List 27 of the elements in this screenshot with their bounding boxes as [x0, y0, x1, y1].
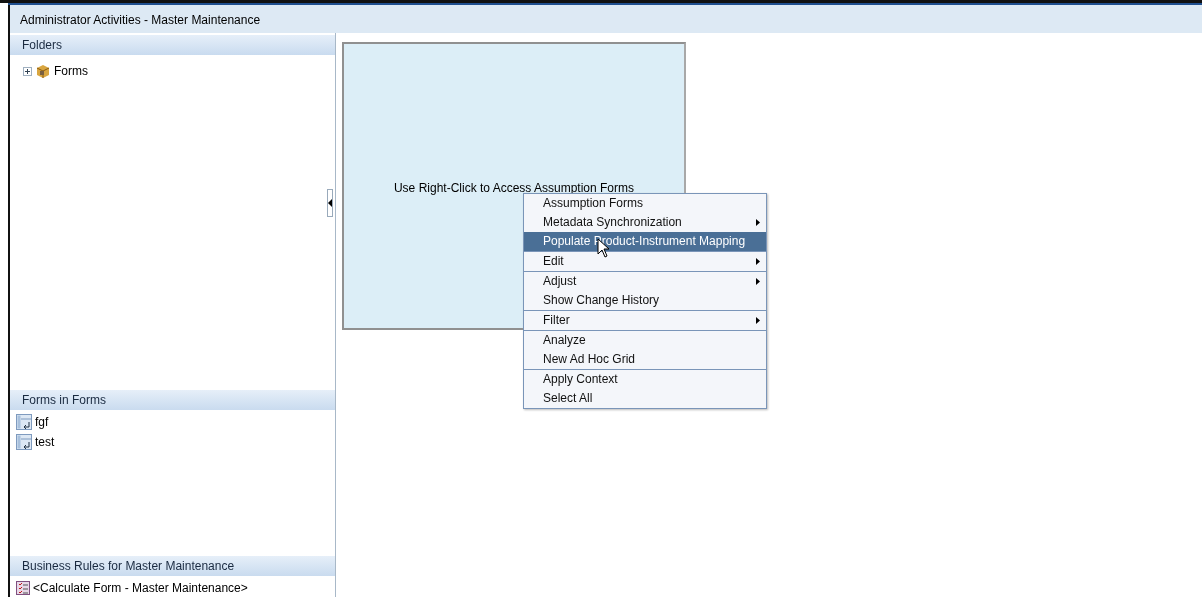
list-item[interactable]: <Calculate Form - Master Maintenance>: [33, 581, 248, 595]
menu-item[interactable]: Analyze: [524, 331, 766, 350]
left-arrow-icon: [328, 199, 332, 207]
menu-item[interactable]: Show Change History: [524, 291, 766, 310]
menu-item[interactable]: New Ad Hoc Grid: [524, 350, 766, 369]
canvas-hint: Use Right-Click to Access Assumption Forms: [393, 181, 635, 195]
panel-header: Business Rules for Master Maintenance: [10, 556, 335, 576]
form-icon: [16, 414, 32, 430]
menu-item[interactable]: Populate Product-Instrument Mapping: [524, 232, 766, 251]
checklist-icon: [16, 581, 30, 595]
menu-item[interactable]: Filter: [524, 311, 766, 330]
menu-item[interactable]: Adjust: [524, 272, 766, 291]
window-title: Administrator Activities - Master Maintenance: [10, 5, 1202, 33]
form-icon: [16, 434, 32, 450]
collapse-handle[interactable]: [327, 189, 333, 217]
list-item[interactable]: fgf: [35, 415, 49, 429]
menu-item[interactable]: Select All: [524, 389, 766, 408]
list-item[interactable]: test: [35, 435, 55, 449]
menu-item[interactable]: Edit: [524, 252, 766, 271]
box-icon: [35, 63, 51, 79]
expand-icon[interactable]: [23, 66, 32, 76]
panel-header: Folders: [10, 35, 335, 55]
menu-item[interactable]: Metadata Synchronization: [524, 213, 766, 232]
menu-item[interactable]: Assumption Forms: [524, 194, 766, 213]
panel-header: Forms in Forms: [10, 390, 335, 410]
menu-item[interactable]: Apply Context: [524, 370, 766, 389]
tree-item[interactable]: Forms: [54, 64, 88, 78]
